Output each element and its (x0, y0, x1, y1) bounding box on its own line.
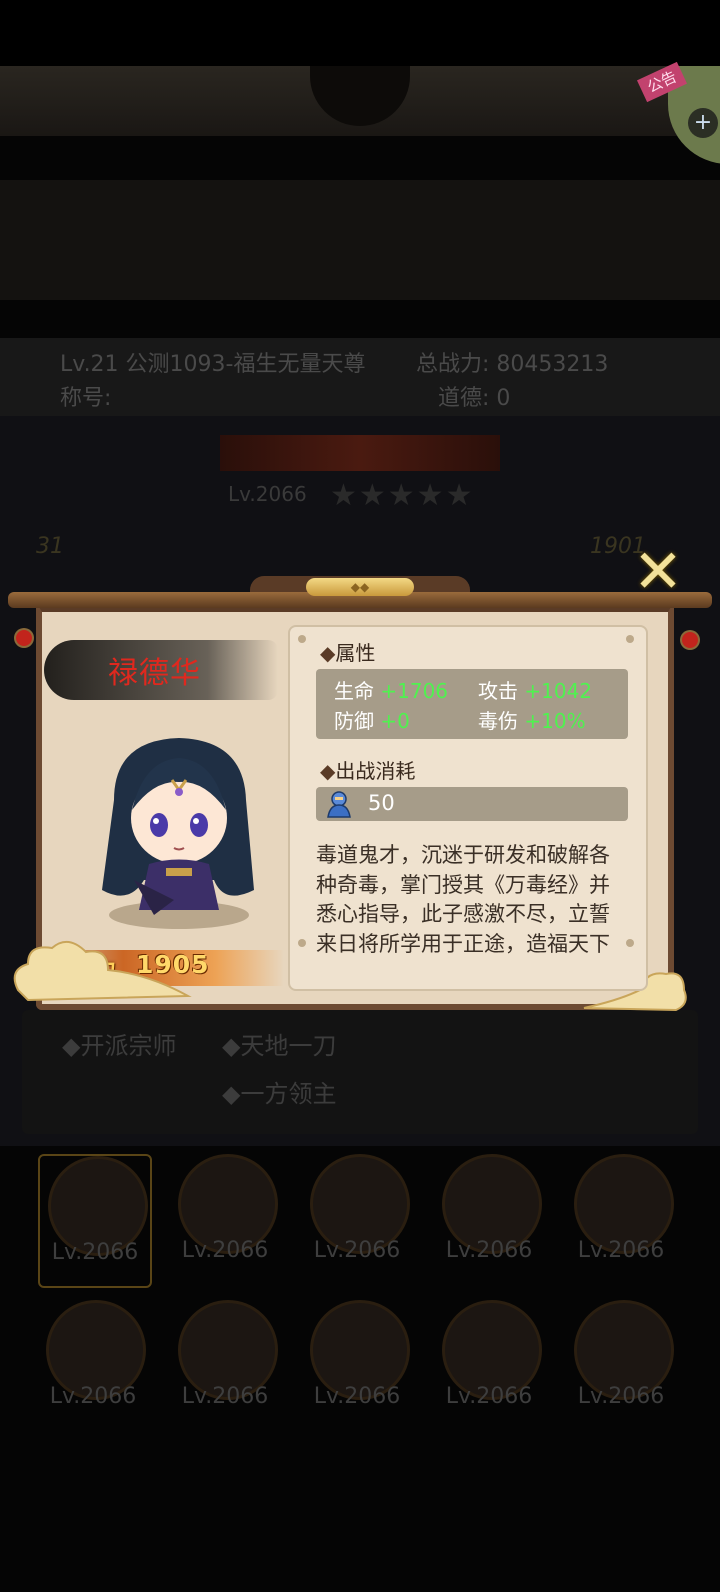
hero-card[interactable]: Lv.2066 (38, 1154, 152, 1288)
skill-item[interactable]: ◆开派宗师 (62, 1026, 176, 1061)
hero-card[interactable]: Lv.2066 (566, 1300, 676, 1430)
hero-card-level: Lv.2066 (313, 1238, 401, 1263)
guild-info-strip (0, 180, 720, 300)
tassel-left-icon (16, 630, 32, 646)
total-power: 总战力: 80453213 (416, 352, 609, 377)
player-info-bar: Lv.21 公测1093-福生无量天尊 总战力: 80453213 称号: 道德… (0, 338, 720, 416)
close-button[interactable]: ✕ (630, 542, 686, 602)
skills-panel: ◆开派宗师 ◆天地一刀 ◆一方领主 (22, 1010, 698, 1134)
hero-card[interactable]: Lv.2066 (38, 1300, 148, 1430)
player-level-name: Lv.21 公测1093-福生无量天尊 (60, 352, 366, 377)
skill-item[interactable]: ◆一方领主 (222, 1074, 336, 1109)
attr-defense: 防御 +0 (334, 709, 410, 733)
status-bar (0, 0, 720, 66)
hero-portrait (102, 738, 254, 929)
hero-card-level: Lv.2066 (49, 1384, 137, 1409)
cost-title: ◆出战消耗 (320, 759, 416, 783)
attr-attack: 攻击 +1042 (478, 679, 593, 703)
hero-stars: ★★★★★ (330, 478, 475, 513)
hero-card[interactable]: Lv.2066 (302, 1300, 412, 1430)
cost-value: 50 (368, 791, 395, 815)
hero-name-plate (220, 435, 500, 471)
player-title-label: 称号: (60, 386, 112, 411)
soldier-icon (327, 791, 351, 818)
morality: 道德: 0 (438, 386, 511, 411)
hero-card-level: Lv.2066 (313, 1384, 401, 1409)
cloud-decoration-icon (13, 941, 192, 1002)
hero-description: 毒道鬼才，沉迷于研发和破解各 种奇毒，掌门授其《万毒经》并 悉心指导，此子感激不… (316, 843, 610, 956)
hero-card[interactable]: Lv.2066 (170, 1154, 280, 1284)
attributes-box: 生命 +1706 攻击 +1042 防御 +0 毒伤 +10% (316, 669, 628, 739)
attributes-title: ◆属性 (320, 641, 376, 665)
left-counter: 31 (36, 534, 64, 559)
hero-card[interactable]: Lv.2066 (434, 1154, 544, 1284)
hero-card-level: Lv.2066 (577, 1238, 665, 1263)
add-button[interactable]: + (688, 108, 718, 138)
hero-card-level: Lv.2066 (181, 1238, 269, 1263)
hero-name: 禄德华 (108, 656, 201, 691)
attr-poison: 毒伤 +10% (478, 709, 586, 733)
hero-card[interactable]: Lv.2066 (170, 1300, 280, 1430)
hero-card[interactable]: Lv.2066 (566, 1154, 676, 1284)
hero-card-level: Lv.2066 (577, 1384, 665, 1409)
hero-card-level: Lv.2066 (51, 1240, 139, 1265)
hero-card[interactable]: Lv.2066 (434, 1300, 544, 1430)
attr-hp: 生命 +1706 (334, 679, 449, 703)
hero-card-level: Lv.2066 (445, 1384, 533, 1409)
hero-level: Lv.2066 (228, 482, 307, 506)
hero-roster: Lv.2066 Lv.2066 Lv.2066 Lv.2066 Lv.2066 … (0, 1146, 720, 1446)
tassel-right-icon (682, 632, 698, 648)
scroll-gem: ◆◆ (306, 578, 414, 596)
hero-card[interactable]: Lv.2066 (302, 1154, 412, 1284)
cost-box: 50 (316, 787, 628, 821)
skill-item[interactable]: ◆天地一刀 (222, 1026, 336, 1061)
hero-info-panel: ◆属性 生命 +1706 攻击 +1042 防御 +0 毒伤 +10% ◆出战消… (288, 625, 648, 991)
hero-card-level: Lv.2066 (181, 1384, 269, 1409)
hero-card-level: Lv.2066 (445, 1238, 533, 1263)
